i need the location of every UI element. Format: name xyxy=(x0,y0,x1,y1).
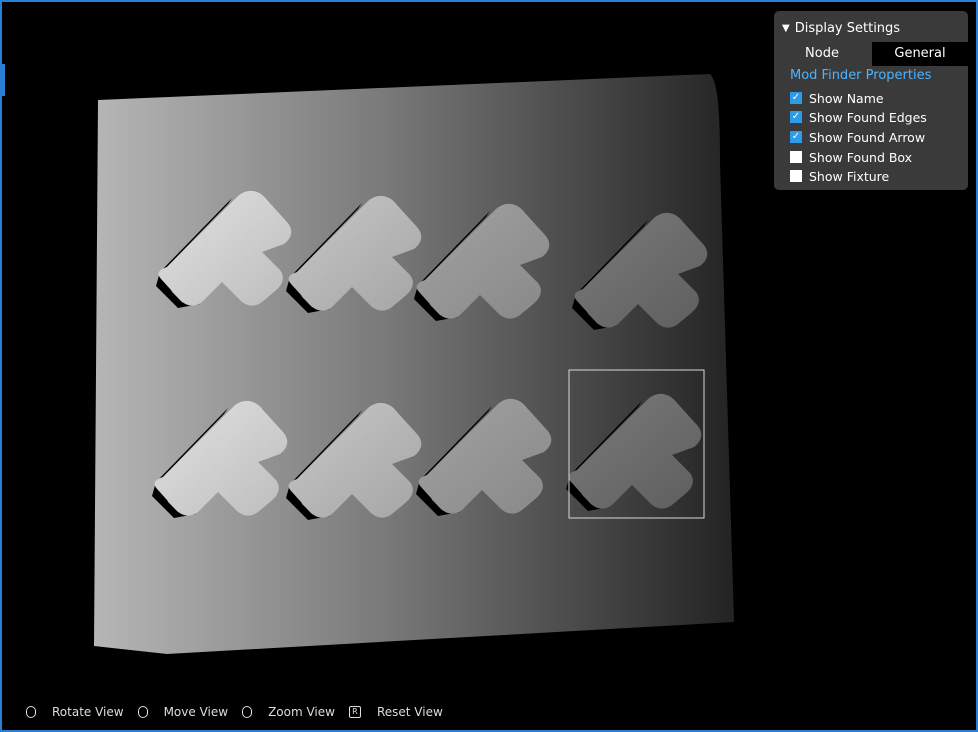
hint-rotate: Rotate View xyxy=(26,705,124,719)
option-label: Show Found Box xyxy=(809,149,913,165)
display-settings-header[interactable]: ▼ Display Settings xyxy=(782,19,900,37)
option-show-fixture[interactable]: Show Fixture xyxy=(790,167,889,185)
depth-plate xyxy=(94,74,734,654)
checkbox-show-found-box[interactable] xyxy=(790,151,802,163)
hint-move: Move View xyxy=(137,705,229,719)
mouse-wheel-icon xyxy=(242,706,253,718)
option-label: Show Fixture xyxy=(809,168,890,184)
checkbox-show-found-arrow[interactable]: ✓ xyxy=(790,131,802,143)
option-show-found-edges[interactable]: ✓ Show Found Edges xyxy=(790,108,927,126)
checkbox-show-found-edges[interactable]: ✓ xyxy=(790,111,802,123)
option-label: Show Found Edges xyxy=(809,109,927,125)
option-label: Show Found Arrow xyxy=(809,129,926,145)
tab-node[interactable]: Node xyxy=(774,42,870,66)
hint-zoom: Zoom View xyxy=(242,705,335,719)
3d-viewport[interactable]: ▼ Display Settings Node General Mod Find… xyxy=(0,0,978,732)
r-key-icon: R xyxy=(348,706,361,718)
display-settings-panel: ▼ Display Settings Node General Mod Find… xyxy=(774,11,968,190)
hint-move-label: Move View xyxy=(163,705,229,719)
section-title: Mod Finder Properties xyxy=(790,68,932,83)
tab-general[interactable]: General xyxy=(872,42,968,66)
hint-reset: R Reset View xyxy=(348,705,443,719)
display-settings-title: Display Settings xyxy=(794,20,901,36)
hint-zoom-label: Zoom View xyxy=(268,705,335,719)
checkbox-show-name[interactable]: ✓ xyxy=(790,92,802,104)
mouse-right-icon xyxy=(137,706,148,718)
collapse-triangle-icon[interactable]: ▼ xyxy=(782,23,790,34)
view-controls-hint: Rotate View Move View Zoom View R Reset … xyxy=(26,702,457,722)
checkbox-show-fixture[interactable] xyxy=(790,170,802,182)
option-show-name[interactable]: ✓ Show Name xyxy=(790,89,884,107)
hint-reset-label: Reset View xyxy=(376,705,443,719)
hint-rotate-label: Rotate View xyxy=(52,705,124,719)
option-show-found-arrow[interactable]: ✓ Show Found Arrow xyxy=(790,128,925,146)
option-label: Show Name xyxy=(809,90,884,106)
option-show-found-box[interactable]: Show Found Box xyxy=(790,148,912,166)
mouse-left-icon xyxy=(26,706,36,718)
